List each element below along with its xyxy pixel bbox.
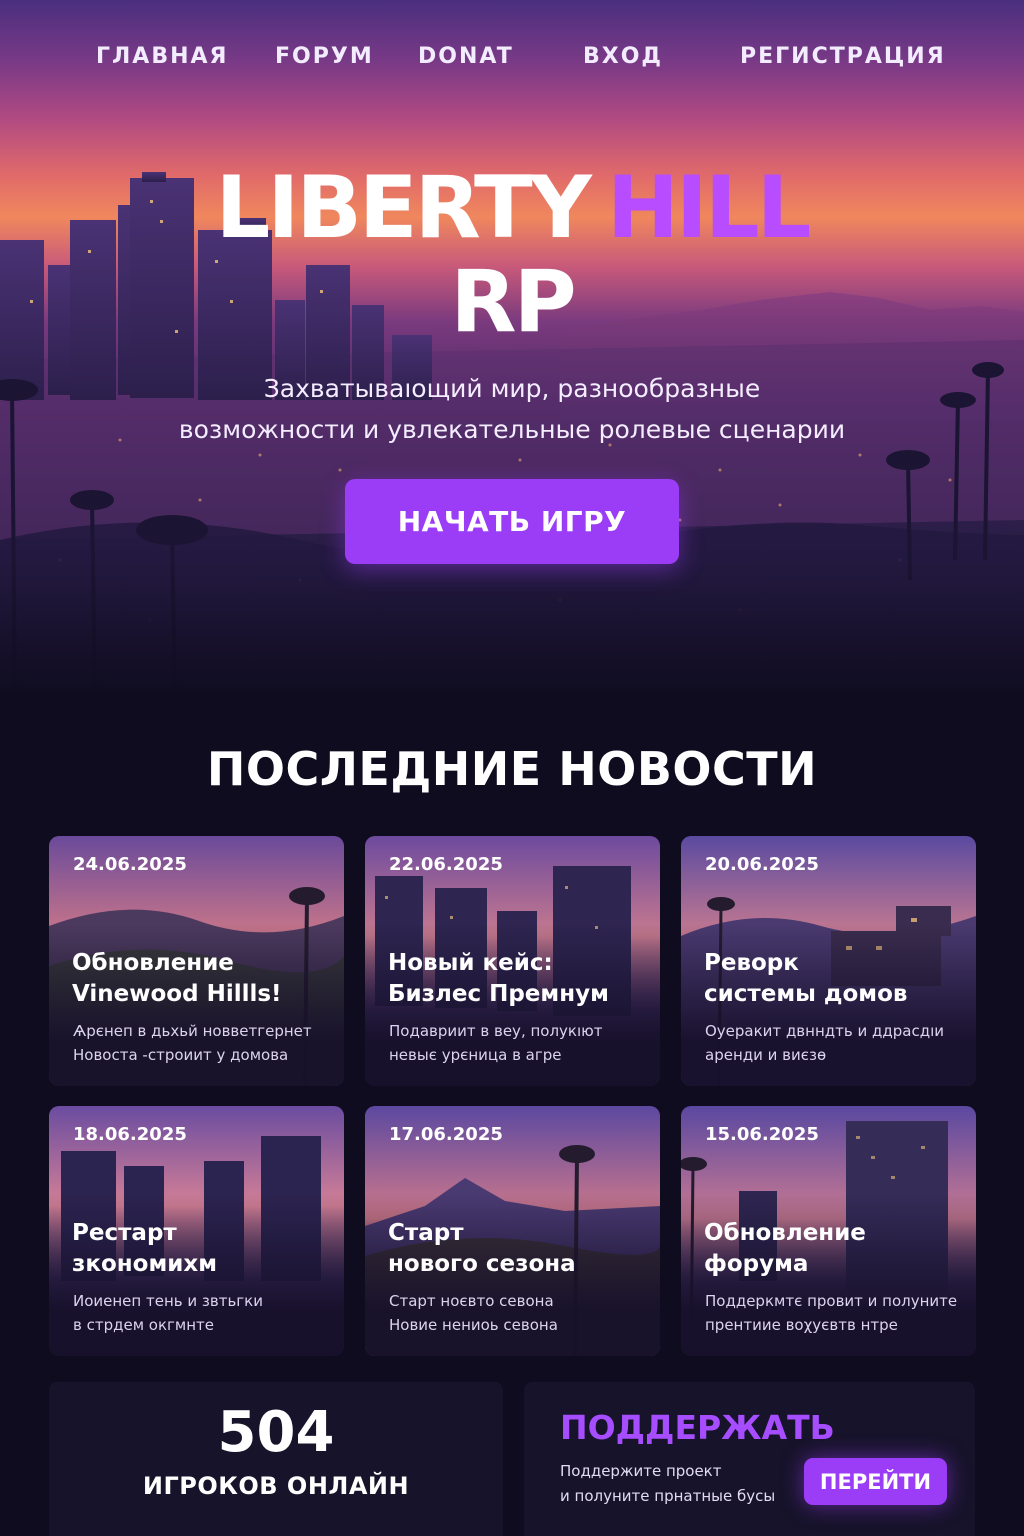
support-description: Поддержите проект и полуните прнатные бу… bbox=[560, 1462, 776, 1505]
news-card-date: 17.06.2025 bbox=[389, 1124, 503, 1145]
news-card[interactable]: 18.06.2025 Рестарт зкономихм Иоиенеп тен… bbox=[49, 1106, 344, 1356]
news-card[interactable]: 17.06.2025 Старт нового сезона Старт ноє… bbox=[365, 1106, 660, 1356]
support-title: ПОДДЕРЖАТЬ bbox=[560, 1408, 835, 1447]
site-title-word-hill: HILL bbox=[606, 158, 812, 258]
support-panel: ПОДДЕРЖАТЬ Поддержите проект и полуните … bbox=[524, 1382, 975, 1536]
news-card-description: Иоиенеп тень и звтьгки в стрдем окгмнте bbox=[73, 1292, 263, 1334]
news-card-title: Обновление форума bbox=[704, 1220, 866, 1277]
news-card[interactable]: 22.06.2025 Новый кейс: Бизлес Премнум По… bbox=[365, 836, 660, 1086]
news-card-date: 24.06.2025 bbox=[73, 854, 187, 875]
nav-forum[interactable]: FОРУМ bbox=[275, 44, 374, 69]
news-card[interactable]: 24.06.2025 Обновление Vinewood Hillls! Ѧ… bbox=[49, 836, 344, 1086]
start-game-button[interactable]: НАЧАТЬ ИГРУ bbox=[345, 479, 679, 564]
nav-register[interactable]: РЕГИСТРАЦИЯ bbox=[740, 44, 946, 69]
news-card-date: 18.06.2025 bbox=[73, 1124, 187, 1145]
news-card[interactable]: 15.06.2025 Обновление форума Поддеркмтє … bbox=[681, 1106, 976, 1356]
site-title-rp: RP bbox=[450, 252, 576, 352]
news-card-description: Поддеркмтє провит и полуните прентиие во… bbox=[705, 1292, 958, 1334]
news-card-title: Обновление Vinewood Hillls! bbox=[72, 950, 282, 1007]
news-card-description: Оуеракит двнндть и ддрасдıи аренди и виє… bbox=[705, 1022, 944, 1064]
site-title: LIBERTY HILL bbox=[0, 158, 1024, 258]
nav-login[interactable]: ВХОД bbox=[583, 44, 663, 69]
online-count: 504 bbox=[217, 1400, 335, 1465]
news-card[interactable]: 20.06.2025 Реворк системы домов Оуеракит… bbox=[681, 836, 976, 1086]
news-card-title: Старт нового сезона bbox=[388, 1220, 576, 1277]
online-label: ИГРОКОВ ОНЛАЙН bbox=[142, 1472, 410, 1500]
nav-donat[interactable]: DONAT bbox=[418, 44, 514, 69]
news-card-date: 20.06.2025 bbox=[705, 854, 819, 875]
news-card-description: Подавриит в веу, полукıют невыє урєница … bbox=[389, 1022, 603, 1064]
top-navigation: ГЛАВНАЯ FОРУМ DONAT ВХОД РЕГИСТРАЦИЯ bbox=[0, 44, 1024, 74]
news-card-title: Рестарт зкономихм bbox=[72, 1220, 218, 1277]
support-go-button[interactable]: ПЕРЕЙТИ bbox=[804, 1458, 947, 1505]
nav-home[interactable]: ГЛАВНАЯ bbox=[96, 44, 228, 69]
news-card-description: Ѧрєнеп в дьхьй новветгернет Новоста -стр… bbox=[73, 1022, 312, 1064]
news-card-title: Реворк системы домов bbox=[704, 950, 908, 1007]
site-title-word-liberty: LIBERTY bbox=[215, 158, 592, 258]
news-heading: ПОСЛЕДНИЕ НОВОСТИ bbox=[206, 742, 818, 796]
hero-section: ГЛАВНАЯ FОРУМ DONAT ВХОД РЕГИСТРАЦИЯ LIB… bbox=[0, 0, 1024, 700]
news-card-date: 15.06.2025 bbox=[705, 1124, 819, 1145]
news-card-title: Новый кейс: Бизлес Премнум bbox=[388, 950, 609, 1007]
news-card-date: 22.06.2025 bbox=[389, 854, 503, 875]
online-panel: 504 ИГРОКОВ ОНЛАЙН bbox=[49, 1382, 503, 1536]
hero-subtitle: Захватываıощий мир, разнообразные возмож… bbox=[178, 374, 846, 444]
news-card-description: Старт ноєвто севона Новие нениоь севона bbox=[389, 1292, 558, 1334]
